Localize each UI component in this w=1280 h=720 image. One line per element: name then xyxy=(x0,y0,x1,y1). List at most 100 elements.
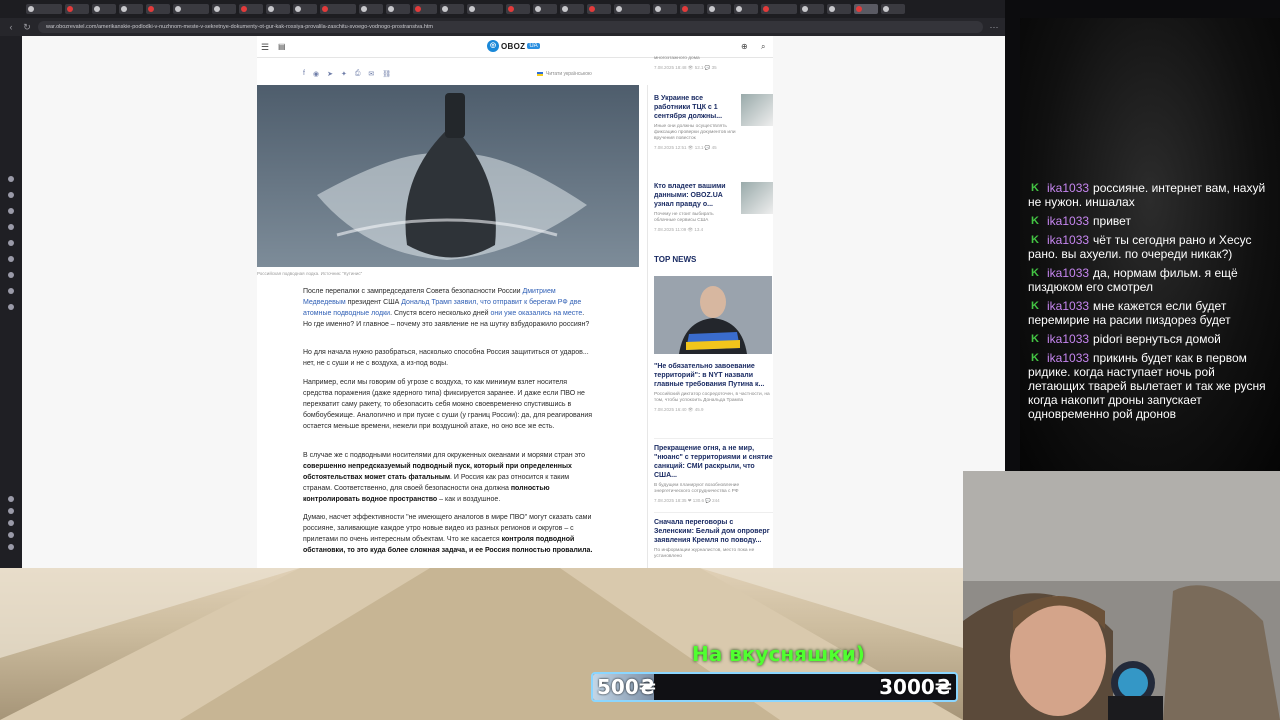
news-title[interactable]: Прекращение огня, а не мир, "нюанс" с те… xyxy=(654,444,773,480)
sidebar-app-icon[interactable] xyxy=(8,192,14,198)
article-photo xyxy=(257,85,639,267)
chat-username[interactable]: ika1033 xyxy=(1047,266,1089,280)
twitter-icon[interactable]: ✦ xyxy=(341,70,347,78)
extensions-icon[interactable]: ⋯ xyxy=(989,22,999,33)
top-news-image xyxy=(654,276,772,354)
news-meta: 7.08.2025 11:09 👁 13.4 xyxy=(654,227,704,232)
ua-flag-icon xyxy=(537,71,543,76)
sidebar-app-icon[interactable] xyxy=(8,520,14,526)
messenger-icon[interactable]: ◉ xyxy=(313,70,319,78)
globe-icon[interactable]: ⊕ xyxy=(741,42,748,51)
browser-tab[interactable] xyxy=(320,4,356,14)
browser-tab[interactable] xyxy=(506,4,530,14)
browser-tab[interactable] xyxy=(359,4,383,14)
article-paragraph: Но для начала нужно разобраться, насколь… xyxy=(303,347,595,369)
sidebar-news-item[interactable]: Кто владеет вашими данными: OBOZ.UA узна… xyxy=(654,182,773,233)
browser-tab[interactable] xyxy=(146,4,170,14)
reload-icon[interactable]: ↻ xyxy=(22,22,32,33)
search-icon[interactable]: ⌕ xyxy=(761,42,765,52)
logo-text: OBOZ xyxy=(501,41,526,51)
news-title[interactable]: Кто владеет вашими данными: OBOZ.UA узна… xyxy=(654,182,736,209)
address-field[interactable]: war.obozrevatel.com/amerikanskie-podlodk… xyxy=(38,21,983,33)
sidebar-news-item[interactable]: В Украине все работники ТЦК с 1 сентября… xyxy=(654,94,773,151)
mail-icon[interactable]: ✉ xyxy=(368,70,374,78)
browser-tab[interactable] xyxy=(173,4,209,14)
sidebar-app-icon[interactable] xyxy=(8,224,14,230)
sidebar-app-icon[interactable] xyxy=(8,176,14,182)
news-divider xyxy=(654,512,773,513)
sidebar-app-icon[interactable] xyxy=(8,240,14,246)
kick-badge-icon: K xyxy=(1031,182,1039,194)
sidebar-app-icon[interactable] xyxy=(8,272,14,278)
sidebar-news-item[interactable]: многоэтажного дома 7.08.2025 18:48 👁 52.1… xyxy=(654,56,773,71)
browser-tab[interactable] xyxy=(800,4,824,14)
facebook-icon[interactable]: f xyxy=(303,70,305,78)
chat-username[interactable]: ika1033 xyxy=(1047,332,1089,346)
chat-username[interactable]: ika1033 xyxy=(1047,299,1089,313)
browser-tab[interactable] xyxy=(413,4,437,14)
sidebar-app-icon[interactable] xyxy=(8,532,14,538)
chat-username[interactable]: ika1033 xyxy=(1047,233,1089,247)
top-news-item[interactable]: Прекращение огня, а не мир, "нюанс" с те… xyxy=(654,444,773,504)
article-link[interactable]: они уже оказались на месте xyxy=(491,310,583,317)
browser-tab[interactable] xyxy=(761,4,797,14)
link-icon[interactable]: ⛓ xyxy=(382,70,391,78)
browser-tab[interactable] xyxy=(533,4,557,14)
news-thumbnail[interactable] xyxy=(741,182,773,214)
webcam-image xyxy=(963,471,1280,720)
browser-tab[interactable] xyxy=(239,4,263,14)
news-thumbnail[interactable] xyxy=(741,94,773,126)
sidebar-app-icon[interactable] xyxy=(8,208,14,214)
site-logo[interactable]: ◎ OBOZ UA xyxy=(487,40,540,52)
browser-tab[interactable] xyxy=(65,4,89,14)
browser-tab[interactable] xyxy=(881,4,905,14)
browser-tab[interactable] xyxy=(212,4,236,14)
browser-tab[interactable] xyxy=(653,4,677,14)
chat-username[interactable]: ika1033 xyxy=(1047,214,1089,228)
news-summary: Почему не стоит выбирать облачные сервис… xyxy=(654,212,714,223)
browser-tab[interactable] xyxy=(614,4,650,14)
news-meta: 7.08.2025 12:51 👁 13.1 💬 45 xyxy=(654,145,717,150)
sidebar-app-icon[interactable] xyxy=(8,304,14,310)
news-title[interactable]: "Не обязательно завоевание территорий": … xyxy=(654,362,773,389)
bookmark-icon[interactable]: ▤ xyxy=(278,42,286,51)
browser-tab[interactable] xyxy=(707,4,731,14)
browser-tab[interactable] xyxy=(587,4,611,14)
browser-tab[interactable] xyxy=(467,4,503,14)
chat-username[interactable]: ika1033 xyxy=(1047,351,1089,365)
browser-tab[interactable] xyxy=(92,4,116,14)
sidebar-app-icon[interactable] xyxy=(8,496,14,502)
browser-tab[interactable] xyxy=(386,4,410,14)
sidebar-app-icon[interactable] xyxy=(8,256,14,262)
browser-tab[interactable] xyxy=(293,4,317,14)
article-text: . Спустя всего несколько дней xyxy=(390,310,491,317)
news-title[interactable]: Сначала переговоры с Зеленским: Белый до… xyxy=(654,518,773,545)
sidebar-app-icon[interactable] xyxy=(8,508,14,514)
top-news-item[interactable]: "Не обязательно завоевание территорий": … xyxy=(654,362,773,413)
browser-tab[interactable] xyxy=(680,4,704,14)
browser-tab[interactable] xyxy=(854,4,878,14)
chat-username[interactable]: ika1033 xyxy=(1047,181,1089,195)
news-title[interactable]: В Украине все работники ТЦК с 1 сентября… xyxy=(654,94,736,121)
sidebar-app-icon[interactable] xyxy=(8,544,14,550)
read-in-ukrainian-link[interactable]: Читати українською xyxy=(537,71,592,77)
share-bar: f ◉ ➤ ✦ ⎙ ✉ ⛓ xyxy=(303,70,391,78)
browser-tab[interactable] xyxy=(827,4,851,14)
top-news-item[interactable]: Сначала переговоры с Зеленским: Белый до… xyxy=(654,518,773,560)
browser-tab[interactable] xyxy=(26,4,62,14)
news-summary: многоэтажного дома xyxy=(654,56,700,61)
top-news-photo[interactable] xyxy=(654,276,772,354)
browser-tab[interactable] xyxy=(734,4,758,14)
browser-tab[interactable] xyxy=(266,4,290,14)
telegram-icon[interactable]: ➤ xyxy=(327,70,333,78)
menu-icon[interactable]: ☰ xyxy=(261,42,269,53)
browser-tab[interactable] xyxy=(560,4,584,14)
donation-goal-amount: 3000₴ xyxy=(879,675,952,699)
browser-tab[interactable] xyxy=(440,4,464,14)
back-icon[interactable]: ‹ xyxy=(6,22,16,32)
kick-badge-icon: K xyxy=(1031,215,1039,227)
browser-tab[interactable] xyxy=(119,4,143,14)
print-icon[interactable]: ⎙ xyxy=(355,70,361,78)
submarine-image xyxy=(257,85,639,267)
sidebar-app-icon[interactable] xyxy=(8,288,14,294)
